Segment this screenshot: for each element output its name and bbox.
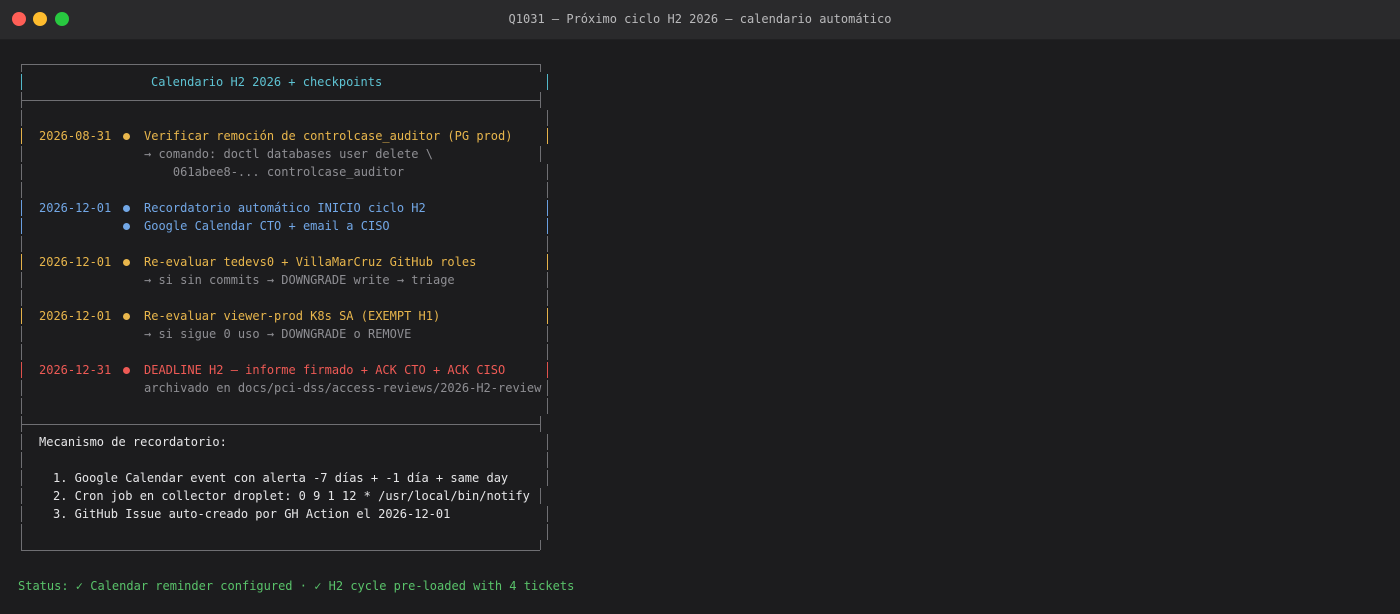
status-dot-icon [123, 367, 130, 374]
panel-border [547, 452, 548, 468]
panel-border [21, 74, 22, 90]
panel-top-border [21, 64, 540, 65]
panel-border [547, 380, 548, 396]
terminal-output: Calendario H2 2026 + checkpoints 2026-08… [0, 40, 1400, 614]
panel-border [21, 308, 22, 324]
panel-border [547, 254, 548, 270]
entry-title: Verificar remoción de controlcase_audito… [144, 129, 513, 143]
panel-border [21, 488, 22, 504]
panel-border [547, 344, 548, 360]
panel-border [547, 110, 548, 126]
mechanism-item: 3. GitHub Issue auto-creado por GH Actio… [53, 507, 451, 521]
panel-border [21, 506, 22, 522]
panel-border [547, 164, 548, 180]
entry-title: Re-evaluar tedevs0 + VillaMarCruz GitHub… [144, 255, 477, 269]
panel-border [547, 326, 548, 342]
panel-border [21, 416, 22, 432]
entry-note: → si sigue 0 uso → DOWNGRADE o REMOVE [144, 327, 412, 341]
status-dot-icon [123, 133, 130, 140]
panel-border [540, 540, 541, 550]
panel-border [540, 416, 541, 432]
panel-border [21, 398, 22, 414]
panel-border [21, 326, 22, 342]
panel-border [21, 362, 22, 378]
panel-border [540, 64, 541, 72]
panel-border [547, 218, 548, 234]
entry-title: Re-evaluar viewer-prod K8s SA (EXEMPT H1… [144, 309, 441, 323]
panel-border [547, 236, 548, 252]
panel-border [21, 470, 22, 486]
entry-date: 2026-08-31 [39, 129, 112, 143]
panel-border [547, 308, 548, 324]
panel-border [21, 128, 22, 144]
panel-border [547, 200, 548, 216]
panel-border [21, 540, 22, 550]
entry-note: archivado en docs/pci-dss/access-reviews… [144, 381, 542, 395]
panel-border [547, 470, 548, 486]
panel-border [21, 110, 22, 126]
panel-border [547, 74, 548, 90]
panel-border [540, 488, 541, 504]
status-dot-icon [123, 313, 130, 320]
panel-border [547, 182, 548, 198]
window-title: Q1031 — Próximo ciclo H2 2026 — calendar… [508, 12, 892, 26]
panel-border [547, 272, 548, 288]
entry-note: 061abee8-... controlcase_auditor [144, 165, 405, 179]
panel-border [547, 434, 548, 450]
panel-border [540, 146, 541, 162]
entry-note: → si sin commits → DOWNGRADE write → tri… [144, 273, 455, 287]
mechanism-item: 2. Cron job en collector droplet: 0 9 1 … [53, 489, 530, 503]
panel-border [21, 218, 22, 234]
panel-header: Calendario H2 2026 + checkpoints [151, 75, 383, 89]
panel-border [547, 506, 548, 522]
panel-border [547, 362, 548, 378]
mechanism-heading: Mecanismo de recordatorio: [39, 435, 227, 449]
panel-border [547, 524, 548, 540]
status-dot-icon [123, 205, 130, 212]
window-titlebar: Q1031 — Próximo ciclo H2 2026 — calendar… [0, 0, 1400, 40]
panel-bottom-border [21, 550, 540, 551]
panel-border [21, 92, 22, 108]
panel-border [21, 290, 22, 306]
panel-divider [21, 100, 540, 101]
panel-border [21, 344, 22, 360]
panel-border [21, 182, 22, 198]
panel-border [21, 380, 22, 396]
entry-title: Google Calendar CTO + email a CISO [144, 219, 390, 233]
panel-border [21, 164, 22, 180]
panel-border [21, 272, 22, 288]
panel-border [547, 398, 548, 414]
panel-border [21, 64, 22, 72]
panel-border [540, 92, 541, 108]
entry-date: 2026-12-31 [39, 363, 112, 377]
panel-border [547, 290, 548, 306]
entry-title: DEADLINE H2 — informe firmado + ACK CTO … [144, 363, 506, 377]
mechanism-item: 1. Google Calendar event con alerta -7 d… [53, 471, 509, 485]
status-dot-icon [123, 223, 130, 230]
panel-border [21, 434, 22, 450]
entry-date: 2026-12-01 [39, 201, 112, 215]
entry-title: Recordatorio automático INICIO ciclo H2 [144, 201, 426, 215]
status-dot-icon [123, 259, 130, 266]
panel-border [21, 146, 22, 162]
panel-border [547, 128, 548, 144]
panel-border [21, 200, 22, 216]
entry-note: → comando: doctl databases user delete \ [144, 147, 433, 161]
status-line: Status: ✓ Calendar reminder configured ·… [18, 579, 575, 593]
entry-date: 2026-12-01 [39, 255, 112, 269]
entry-date: 2026-12-01 [39, 309, 112, 323]
panel-border [21, 254, 22, 270]
panel-border [21, 452, 22, 468]
panel-border [21, 236, 22, 252]
panel-divider [21, 424, 540, 425]
panel-border [21, 524, 22, 540]
